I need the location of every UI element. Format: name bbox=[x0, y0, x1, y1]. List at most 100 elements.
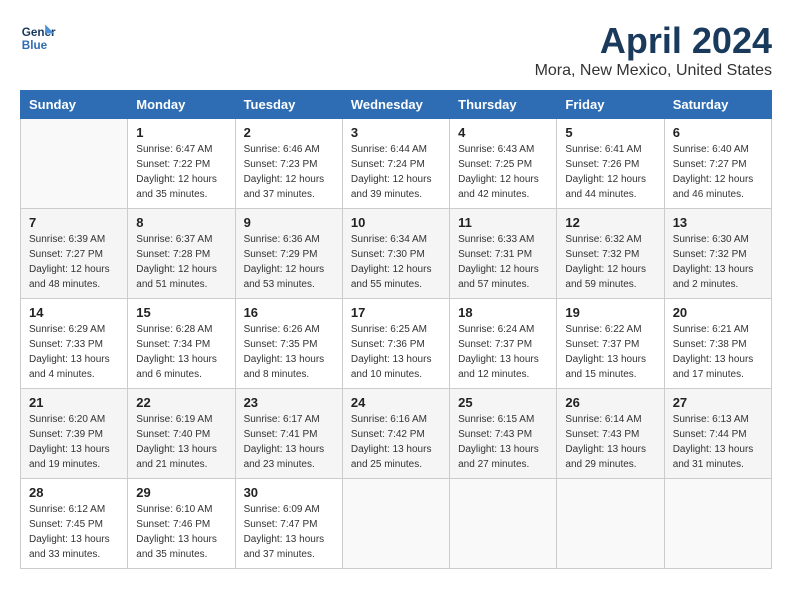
calendar-cell: 30 Sunrise: 6:09 AM Sunset: 7:47 PM Dayl… bbox=[235, 479, 342, 569]
calendar-cell bbox=[21, 119, 128, 209]
header-monday: Monday bbox=[128, 91, 235, 119]
page-header: General Blue April 2024 Mora, New Mexico… bbox=[20, 20, 772, 80]
calendar-cell: 23 Sunrise: 6:17 AM Sunset: 7:41 PM Dayl… bbox=[235, 389, 342, 479]
day-info: Sunrise: 6:15 AM Sunset: 7:43 PM Dayligh… bbox=[458, 412, 548, 472]
header-thursday: Thursday bbox=[450, 91, 557, 119]
day-info: Sunrise: 6:12 AM Sunset: 7:45 PM Dayligh… bbox=[29, 502, 119, 562]
calendar-cell bbox=[664, 479, 771, 569]
day-number: 4 bbox=[458, 125, 548, 140]
day-info: Sunrise: 6:20 AM Sunset: 7:39 PM Dayligh… bbox=[29, 412, 119, 472]
day-info: Sunrise: 6:34 AM Sunset: 7:30 PM Dayligh… bbox=[351, 232, 441, 292]
calendar-week-3: 14 Sunrise: 6:29 AM Sunset: 7:33 PM Dayl… bbox=[21, 299, 772, 389]
calendar-cell: 19 Sunrise: 6:22 AM Sunset: 7:37 PM Dayl… bbox=[557, 299, 664, 389]
day-info: Sunrise: 6:36 AM Sunset: 7:29 PM Dayligh… bbox=[244, 232, 334, 292]
day-info: Sunrise: 6:09 AM Sunset: 7:47 PM Dayligh… bbox=[244, 502, 334, 562]
calendar-cell: 21 Sunrise: 6:20 AM Sunset: 7:39 PM Dayl… bbox=[21, 389, 128, 479]
calendar-cell: 28 Sunrise: 6:12 AM Sunset: 7:45 PM Dayl… bbox=[21, 479, 128, 569]
day-number: 22 bbox=[136, 395, 226, 410]
day-info: Sunrise: 6:16 AM Sunset: 7:42 PM Dayligh… bbox=[351, 412, 441, 472]
day-number: 18 bbox=[458, 305, 548, 320]
title-area: April 2024 Mora, New Mexico, United Stat… bbox=[535, 20, 772, 80]
logo-icon: General Blue bbox=[20, 20, 56, 56]
calendar-cell: 15 Sunrise: 6:28 AM Sunset: 7:34 PM Dayl… bbox=[128, 299, 235, 389]
calendar-cell: 11 Sunrise: 6:33 AM Sunset: 7:31 PM Dayl… bbox=[450, 209, 557, 299]
calendar-header-row: SundayMondayTuesdayWednesdayThursdayFrid… bbox=[21, 91, 772, 119]
calendar-cell: 5 Sunrise: 6:41 AM Sunset: 7:26 PM Dayli… bbox=[557, 119, 664, 209]
day-info: Sunrise: 6:44 AM Sunset: 7:24 PM Dayligh… bbox=[351, 142, 441, 202]
calendar-week-4: 21 Sunrise: 6:20 AM Sunset: 7:39 PM Dayl… bbox=[21, 389, 772, 479]
header-tuesday: Tuesday bbox=[235, 91, 342, 119]
day-info: Sunrise: 6:47 AM Sunset: 7:22 PM Dayligh… bbox=[136, 142, 226, 202]
day-info: Sunrise: 6:30 AM Sunset: 7:32 PM Dayligh… bbox=[673, 232, 763, 292]
day-info: Sunrise: 6:41 AM Sunset: 7:26 PM Dayligh… bbox=[565, 142, 655, 202]
calendar-cell: 17 Sunrise: 6:25 AM Sunset: 7:36 PM Dayl… bbox=[342, 299, 449, 389]
header-saturday: Saturday bbox=[664, 91, 771, 119]
day-number: 14 bbox=[29, 305, 119, 320]
day-number: 21 bbox=[29, 395, 119, 410]
day-info: Sunrise: 6:40 AM Sunset: 7:27 PM Dayligh… bbox=[673, 142, 763, 202]
day-number: 8 bbox=[136, 215, 226, 230]
day-number: 27 bbox=[673, 395, 763, 410]
day-number: 5 bbox=[565, 125, 655, 140]
day-info: Sunrise: 6:37 AM Sunset: 7:28 PM Dayligh… bbox=[136, 232, 226, 292]
day-number: 9 bbox=[244, 215, 334, 230]
day-number: 10 bbox=[351, 215, 441, 230]
day-info: Sunrise: 6:21 AM Sunset: 7:38 PM Dayligh… bbox=[673, 322, 763, 382]
day-number: 16 bbox=[244, 305, 334, 320]
header-friday: Friday bbox=[557, 91, 664, 119]
day-number: 25 bbox=[458, 395, 548, 410]
day-number: 13 bbox=[673, 215, 763, 230]
day-number: 23 bbox=[244, 395, 334, 410]
calendar-cell: 9 Sunrise: 6:36 AM Sunset: 7:29 PM Dayli… bbox=[235, 209, 342, 299]
day-number: 30 bbox=[244, 485, 334, 500]
calendar-cell: 14 Sunrise: 6:29 AM Sunset: 7:33 PM Dayl… bbox=[21, 299, 128, 389]
day-number: 12 bbox=[565, 215, 655, 230]
day-number: 19 bbox=[565, 305, 655, 320]
day-info: Sunrise: 6:26 AM Sunset: 7:35 PM Dayligh… bbox=[244, 322, 334, 382]
day-number: 20 bbox=[673, 305, 763, 320]
calendar-cell: 13 Sunrise: 6:30 AM Sunset: 7:32 PM Dayl… bbox=[664, 209, 771, 299]
day-number: 7 bbox=[29, 215, 119, 230]
calendar-cell bbox=[557, 479, 664, 569]
main-title: April 2024 bbox=[535, 20, 772, 62]
calendar-cell: 25 Sunrise: 6:15 AM Sunset: 7:43 PM Dayl… bbox=[450, 389, 557, 479]
calendar-cell: 8 Sunrise: 6:37 AM Sunset: 7:28 PM Dayli… bbox=[128, 209, 235, 299]
day-info: Sunrise: 6:33 AM Sunset: 7:31 PM Dayligh… bbox=[458, 232, 548, 292]
day-info: Sunrise: 6:24 AM Sunset: 7:37 PM Dayligh… bbox=[458, 322, 548, 382]
svg-text:Blue: Blue bbox=[22, 39, 48, 52]
day-info: Sunrise: 6:14 AM Sunset: 7:43 PM Dayligh… bbox=[565, 412, 655, 472]
day-number: 6 bbox=[673, 125, 763, 140]
calendar-cell: 6 Sunrise: 6:40 AM Sunset: 7:27 PM Dayli… bbox=[664, 119, 771, 209]
calendar-week-2: 7 Sunrise: 6:39 AM Sunset: 7:27 PM Dayli… bbox=[21, 209, 772, 299]
day-info: Sunrise: 6:32 AM Sunset: 7:32 PM Dayligh… bbox=[565, 232, 655, 292]
day-number: 11 bbox=[458, 215, 548, 230]
calendar-cell: 4 Sunrise: 6:43 AM Sunset: 7:25 PM Dayli… bbox=[450, 119, 557, 209]
calendar-cell: 29 Sunrise: 6:10 AM Sunset: 7:46 PM Dayl… bbox=[128, 479, 235, 569]
calendar-cell: 18 Sunrise: 6:24 AM Sunset: 7:37 PM Dayl… bbox=[450, 299, 557, 389]
day-info: Sunrise: 6:29 AM Sunset: 7:33 PM Dayligh… bbox=[29, 322, 119, 382]
calendar-week-5: 28 Sunrise: 6:12 AM Sunset: 7:45 PM Dayl… bbox=[21, 479, 772, 569]
day-number: 2 bbox=[244, 125, 334, 140]
day-number: 17 bbox=[351, 305, 441, 320]
logo: General Blue bbox=[20, 20, 56, 56]
calendar-cell: 12 Sunrise: 6:32 AM Sunset: 7:32 PM Dayl… bbox=[557, 209, 664, 299]
calendar-cell: 7 Sunrise: 6:39 AM Sunset: 7:27 PM Dayli… bbox=[21, 209, 128, 299]
calendar-cell: 26 Sunrise: 6:14 AM Sunset: 7:43 PM Dayl… bbox=[557, 389, 664, 479]
header-sunday: Sunday bbox=[21, 91, 128, 119]
calendar-cell: 16 Sunrise: 6:26 AM Sunset: 7:35 PM Dayl… bbox=[235, 299, 342, 389]
day-info: Sunrise: 6:28 AM Sunset: 7:34 PM Dayligh… bbox=[136, 322, 226, 382]
day-number: 3 bbox=[351, 125, 441, 140]
day-number: 15 bbox=[136, 305, 226, 320]
calendar-cell: 10 Sunrise: 6:34 AM Sunset: 7:30 PM Dayl… bbox=[342, 209, 449, 299]
day-number: 1 bbox=[136, 125, 226, 140]
calendar-cell: 2 Sunrise: 6:46 AM Sunset: 7:23 PM Dayli… bbox=[235, 119, 342, 209]
calendar-table: SundayMondayTuesdayWednesdayThursdayFrid… bbox=[20, 90, 772, 569]
calendar-cell: 20 Sunrise: 6:21 AM Sunset: 7:38 PM Dayl… bbox=[664, 299, 771, 389]
calendar-cell: 1 Sunrise: 6:47 AM Sunset: 7:22 PM Dayli… bbox=[128, 119, 235, 209]
header-wednesday: Wednesday bbox=[342, 91, 449, 119]
subtitle: Mora, New Mexico, United States bbox=[535, 62, 772, 80]
calendar-cell bbox=[450, 479, 557, 569]
day-info: Sunrise: 6:13 AM Sunset: 7:44 PM Dayligh… bbox=[673, 412, 763, 472]
day-info: Sunrise: 6:39 AM Sunset: 7:27 PM Dayligh… bbox=[29, 232, 119, 292]
calendar-cell: 27 Sunrise: 6:13 AM Sunset: 7:44 PM Dayl… bbox=[664, 389, 771, 479]
